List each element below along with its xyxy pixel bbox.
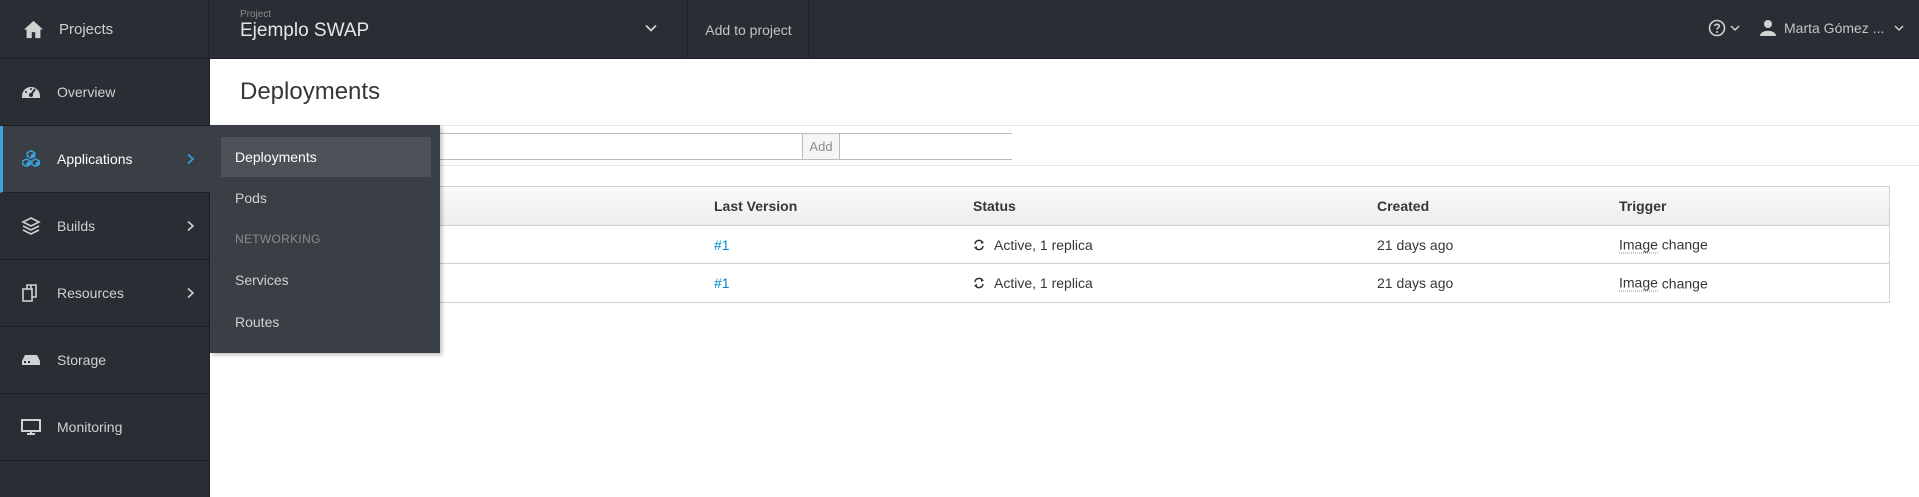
trigger-type[interactable]: Image [1619,275,1658,292]
flyout-item-routes[interactable]: Routes [221,302,431,342]
status-cell: Active, 1 replica [973,275,1093,291]
projects-home-link[interactable]: Projects [0,0,209,59]
created-cell: 21 days ago [1377,236,1454,253]
home-icon [24,20,43,39]
status-text: Active, 1 replica [994,275,1093,291]
sidebar-item-label: Monitoring [57,419,123,435]
masthead: Projects Project Ejemplo SWAP Add to pro… [0,0,1919,59]
sidebar-item-storage[interactable]: Storage [0,327,210,394]
page-title: Deployments [240,78,381,105]
filter-input[interactable] [430,133,1012,160]
trigger-type[interactable]: Image [1619,236,1658,253]
sidebar-nav: Overview Applications Builds Resources S… [0,59,210,497]
user-icon [1760,20,1776,36]
sidebar-item-overview[interactable]: Overview [0,59,210,126]
resources-icon [22,284,37,302]
layers-icon [21,217,41,235]
column-header-created[interactable]: Created [1377,198,1429,214]
trigger-cell: Image change [1619,236,1708,253]
sidebar-item-label: Resources [57,285,124,301]
sidebar-item-label: Storage [57,352,107,368]
sidebar-item-label: Overview [57,84,116,100]
monitor-icon [21,419,41,435]
column-header-last-version[interactable]: Last Version [714,198,797,214]
sync-icon [974,277,984,289]
sidebar-item-applications[interactable]: Applications [0,126,210,193]
sidebar-item-resources[interactable]: Resources [0,260,210,327]
project-name: Ejemplo SWAP [240,20,370,41]
applications-flyout-menu: Deployments Pods NETWORKING Services Rou… [210,125,440,353]
flyout-section-header: NETWORKING [235,232,321,246]
table-header: Last Version Status Created Trigger [241,187,1889,226]
status-text: Active, 1 replica [994,236,1093,253]
status-cell: Active, 1 replica [973,237,1093,253]
sidebar-item-label: Applications [57,151,133,167]
deployments-table: Last Version Status Created Trigger #1 A… [240,186,1890,303]
trigger-suffix: change [1657,275,1708,291]
column-header-trigger[interactable]: Trigger [1619,198,1666,214]
sidebar-item-label: Builds [57,218,96,234]
chevron-right-icon [187,220,194,232]
user-name: Marta Gómez ... [1784,19,1885,36]
add-to-project-button[interactable]: Add to project [689,0,809,59]
sidebar-item-monitoring[interactable]: Monitoring [0,394,210,461]
sidebar-item-builds[interactable]: Builds [0,193,210,260]
version-link[interactable]: #1 [714,237,730,253]
created-cell: 21 days ago [1377,275,1454,291]
table-row: #1 Active, 1 replica 21 days ago Image c… [241,226,1889,264]
chevron-right-icon [187,287,194,299]
brand-label: Projects [59,21,114,38]
chevron-down-icon [1894,24,1904,31]
project-caption: Project [240,9,272,20]
table-row: #1 Active, 1 replica 21 days ago Image c… [241,264,1889,302]
filter-add-button[interactable]: Add [802,133,840,160]
dashboard-icon [22,87,40,98]
flyout-item-deployments[interactable]: Deployments [221,137,431,177]
flyout-item-pods[interactable]: Pods [221,178,431,218]
column-header-status[interactable]: Status [973,198,1016,214]
chevron-right-icon [187,153,194,165]
user-menu[interactable]: Marta Gómez ... [1760,19,1912,36]
trigger-cell: Image change [1619,275,1708,292]
flyout-item-services[interactable]: Services [221,260,431,300]
cubes-icon [22,150,40,168]
chevron-down-icon [1730,25,1740,32]
project-picker[interactable]: Project Ejemplo SWAP [210,0,688,59]
storage-icon [22,355,40,365]
trigger-suffix: change [1657,236,1708,253]
help-menu[interactable] [1708,19,1740,37]
chevron-down-icon [645,24,657,32]
version-link[interactable]: #1 [714,275,730,291]
filter-toolbar: Add [210,126,1919,166]
help-icon [1708,19,1726,37]
sync-icon [974,239,984,250]
